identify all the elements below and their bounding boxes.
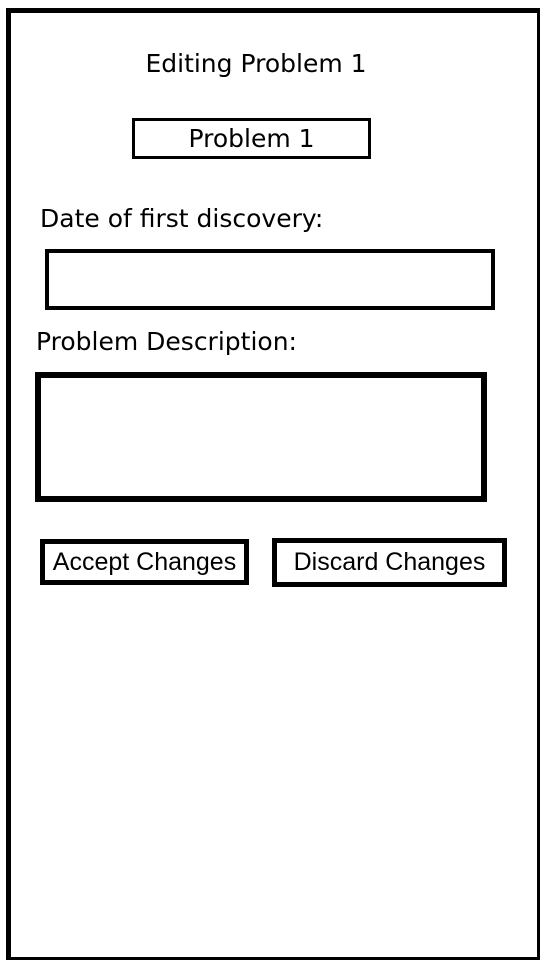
description-label: Problem Description: bbox=[36, 327, 297, 356]
date-field[interactable] bbox=[45, 249, 495, 310]
date-label: Date of first discovery: bbox=[40, 204, 324, 233]
accept-changes-button[interactable]: Accept Changes bbox=[40, 539, 249, 585]
description-field[interactable] bbox=[35, 372, 487, 502]
problem-name-box: Problem 1 bbox=[132, 118, 371, 159]
discard-changes-button[interactable]: Discard Changes bbox=[272, 538, 507, 587]
page-title: Editing Problem 1 bbox=[145, 49, 367, 78]
